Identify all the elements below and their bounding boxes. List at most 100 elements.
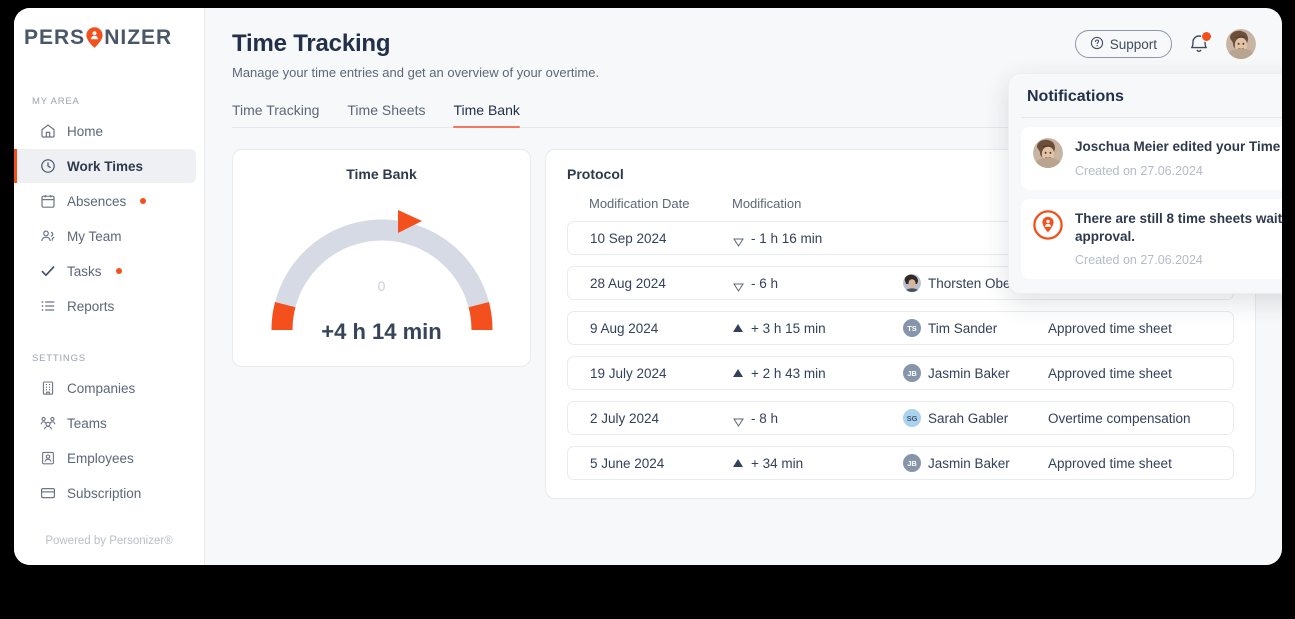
arrow-up-icon [733, 459, 743, 467]
calendar-icon [40, 193, 56, 209]
cell-date: 19 July 2024 [590, 365, 667, 381]
main-content: Time Tracking Manage your time entries a… [205, 8, 1282, 565]
notification-created: Created on 27.06.2024 [1075, 163, 1203, 178]
cell-date: 28 Aug 2024 [590, 275, 666, 291]
home-icon [40, 123, 56, 139]
sidebar-item-home[interactable]: Home [14, 114, 196, 148]
cell-user-name: Jasmin Baker [928, 365, 1010, 381]
sidebar-item-reports[interactable]: Reports [14, 289, 196, 323]
bell-unread-dot [1201, 31, 1212, 42]
people-icon [40, 228, 56, 244]
time-bank-card-title: Time Bank [346, 166, 417, 182]
notifications-bell-button[interactable] [1188, 31, 1212, 56]
sidebar-nav-my-area: Home Work Times Absences My Team Tasks R… [14, 114, 204, 323]
teams-icon [40, 415, 56, 431]
cell-user: JB Jasmin Baker [903, 454, 1048, 472]
tab-label: Time Sheets [347, 102, 426, 118]
cell-modification: - 8 h [733, 410, 903, 427]
column-header-modification: Modification [732, 196, 802, 211]
cell-user-name: Jasmin Baker [928, 455, 1010, 471]
app-window: PERS NIZER MY AREA Home Work Times Absen… [14, 8, 1282, 565]
notification-item[interactable]: There are still 8 time sheets waiting fo… [1021, 198, 1282, 280]
sidebar-item-label: Subscription [67, 485, 142, 501]
sidebar-item-label: Work Times [67, 158, 144, 174]
tab-time-tracking[interactable]: Time Tracking [232, 102, 319, 127]
sidebar-item-employees[interactable]: Employees [14, 441, 196, 475]
cell-user: SG Sarah Gabler [903, 409, 1048, 427]
cell-reason: Approved time sheet [1048, 320, 1172, 336]
avatar: TS [903, 319, 921, 337]
notifications-divider [1021, 117, 1282, 118]
avatar: SG [903, 409, 921, 427]
cell-user: JB Jasmin Baker [903, 364, 1048, 382]
tab-label: Time Tracking [232, 102, 320, 118]
cell-date: 5 June 2024 [590, 455, 665, 471]
personizer-pin-icon [85, 26, 104, 49]
cell-date: 9 Aug 2024 [590, 320, 659, 336]
brand-logo[interactable]: PERS NIZER [14, 8, 204, 49]
cell-amount: + 2 h 43 min [751, 365, 826, 381]
brand-name-part1: PERS [24, 26, 86, 49]
tab-label: Time Bank [453, 102, 520, 118]
absences-badge-dot [140, 198, 147, 204]
support-button-label: Support [1109, 36, 1157, 52]
sidebar-item-label: Employees [67, 450, 134, 466]
time-bank-value: +4 h 14 min [321, 319, 442, 344]
avatar-photo [1033, 138, 1063, 168]
table-row[interactable]: 5 June 2024 + 34 min JB Jasmin Baker App… [567, 446, 1234, 480]
sidebar-item-work-times[interactable]: Work Times [14, 149, 196, 183]
support-button[interactable]: Support [1074, 30, 1172, 58]
check-icon [40, 263, 56, 279]
header-actions: Support [1074, 29, 1256, 59]
sidebar-item-my-team[interactable]: My Team [14, 219, 196, 253]
sidebar-item-label: My Team [67, 228, 122, 244]
notifications-panel: Notifications Joschua Meier edited your … [1008, 73, 1282, 295]
cell-user-name: Sarah Gabler [928, 410, 1009, 426]
table-row[interactable]: 2 July 2024 - 8 h SG Sarah Gabler Overti… [567, 401, 1234, 435]
bell-icon [1188, 35, 1210, 60]
powered-by-label: Powered by Personizer® [45, 535, 173, 547]
sidebar-item-label: Home [67, 123, 104, 139]
avatar-initials: TS [907, 323, 917, 333]
cell-reason: Overtime compensation [1048, 410, 1191, 426]
sidebar-item-companies[interactable]: Companies [14, 371, 196, 405]
sidebar-item-tasks[interactable]: Tasks [14, 254, 196, 288]
cell-reason: Approved time sheet [1048, 365, 1172, 381]
cell-amount: - 8 h [751, 410, 779, 426]
cell-modification: - 1 h 16 min [733, 230, 903, 247]
tasks-badge-dot [115, 268, 122, 274]
cell-date: 2 July 2024 [590, 410, 660, 426]
table-row[interactable]: 9 Aug 2024 + 3 h 15 min TS Tim Sander Ap… [567, 311, 1234, 345]
cell-date: 10 Sep 2024 [590, 230, 667, 246]
notification-message: There are still 8 time sheets waiting fo… [1075, 210, 1282, 244]
notification-item[interactable]: Joschua Meier edited your Time Bank. Cre… [1021, 127, 1282, 190]
credit-card-icon [40, 485, 56, 501]
cell-user-name: Tim Sander [928, 320, 998, 336]
time-bank-gauge: 0 +4 h 14 min [233, 182, 530, 357]
notification-message: Joschua Meier edited your Time Bank. [1075, 139, 1282, 154]
cell-amount: - 1 h 16 min [751, 230, 823, 246]
tab-time-bank[interactable]: Time Bank [453, 102, 521, 128]
sidebar-section-settings: SETTINGS [32, 353, 86, 364]
sidebar-nav-settings: Companies Teams Employees Subscription [14, 371, 204, 510]
sidebar-item-subscription[interactable]: Subscription [14, 476, 196, 510]
cell-modification: + 34 min [733, 456, 903, 471]
arrow-up-icon [733, 369, 743, 377]
sidebar-item-teams[interactable]: Teams [14, 406, 196, 440]
notifications-title: Notifications [1027, 88, 1124, 105]
arrow-up-icon [733, 324, 743, 332]
table-row[interactable]: 19 July 2024 + 2 h 43 min JB Jasmin Bake… [567, 356, 1234, 390]
user-avatar[interactable] [1226, 29, 1256, 59]
time-bank-card: Time Bank 0 +4 h 14 min [232, 149, 531, 367]
tab-time-sheets[interactable]: Time Sheets [347, 102, 425, 127]
sidebar-item-label: Reports [67, 298, 115, 314]
sidebar-item-absences[interactable]: Absences [14, 184, 196, 218]
avatar: JB [903, 364, 921, 382]
avatar [903, 274, 921, 292]
sidebar-item-label: Teams [67, 415, 107, 431]
gauge-zero-label: 0 [377, 278, 386, 294]
cell-reason: Approved time sheet [1048, 455, 1172, 471]
cell-amount: + 34 min [751, 455, 804, 471]
question-circle-icon [1090, 36, 1104, 53]
sidebar-item-label: Absences [67, 193, 127, 209]
